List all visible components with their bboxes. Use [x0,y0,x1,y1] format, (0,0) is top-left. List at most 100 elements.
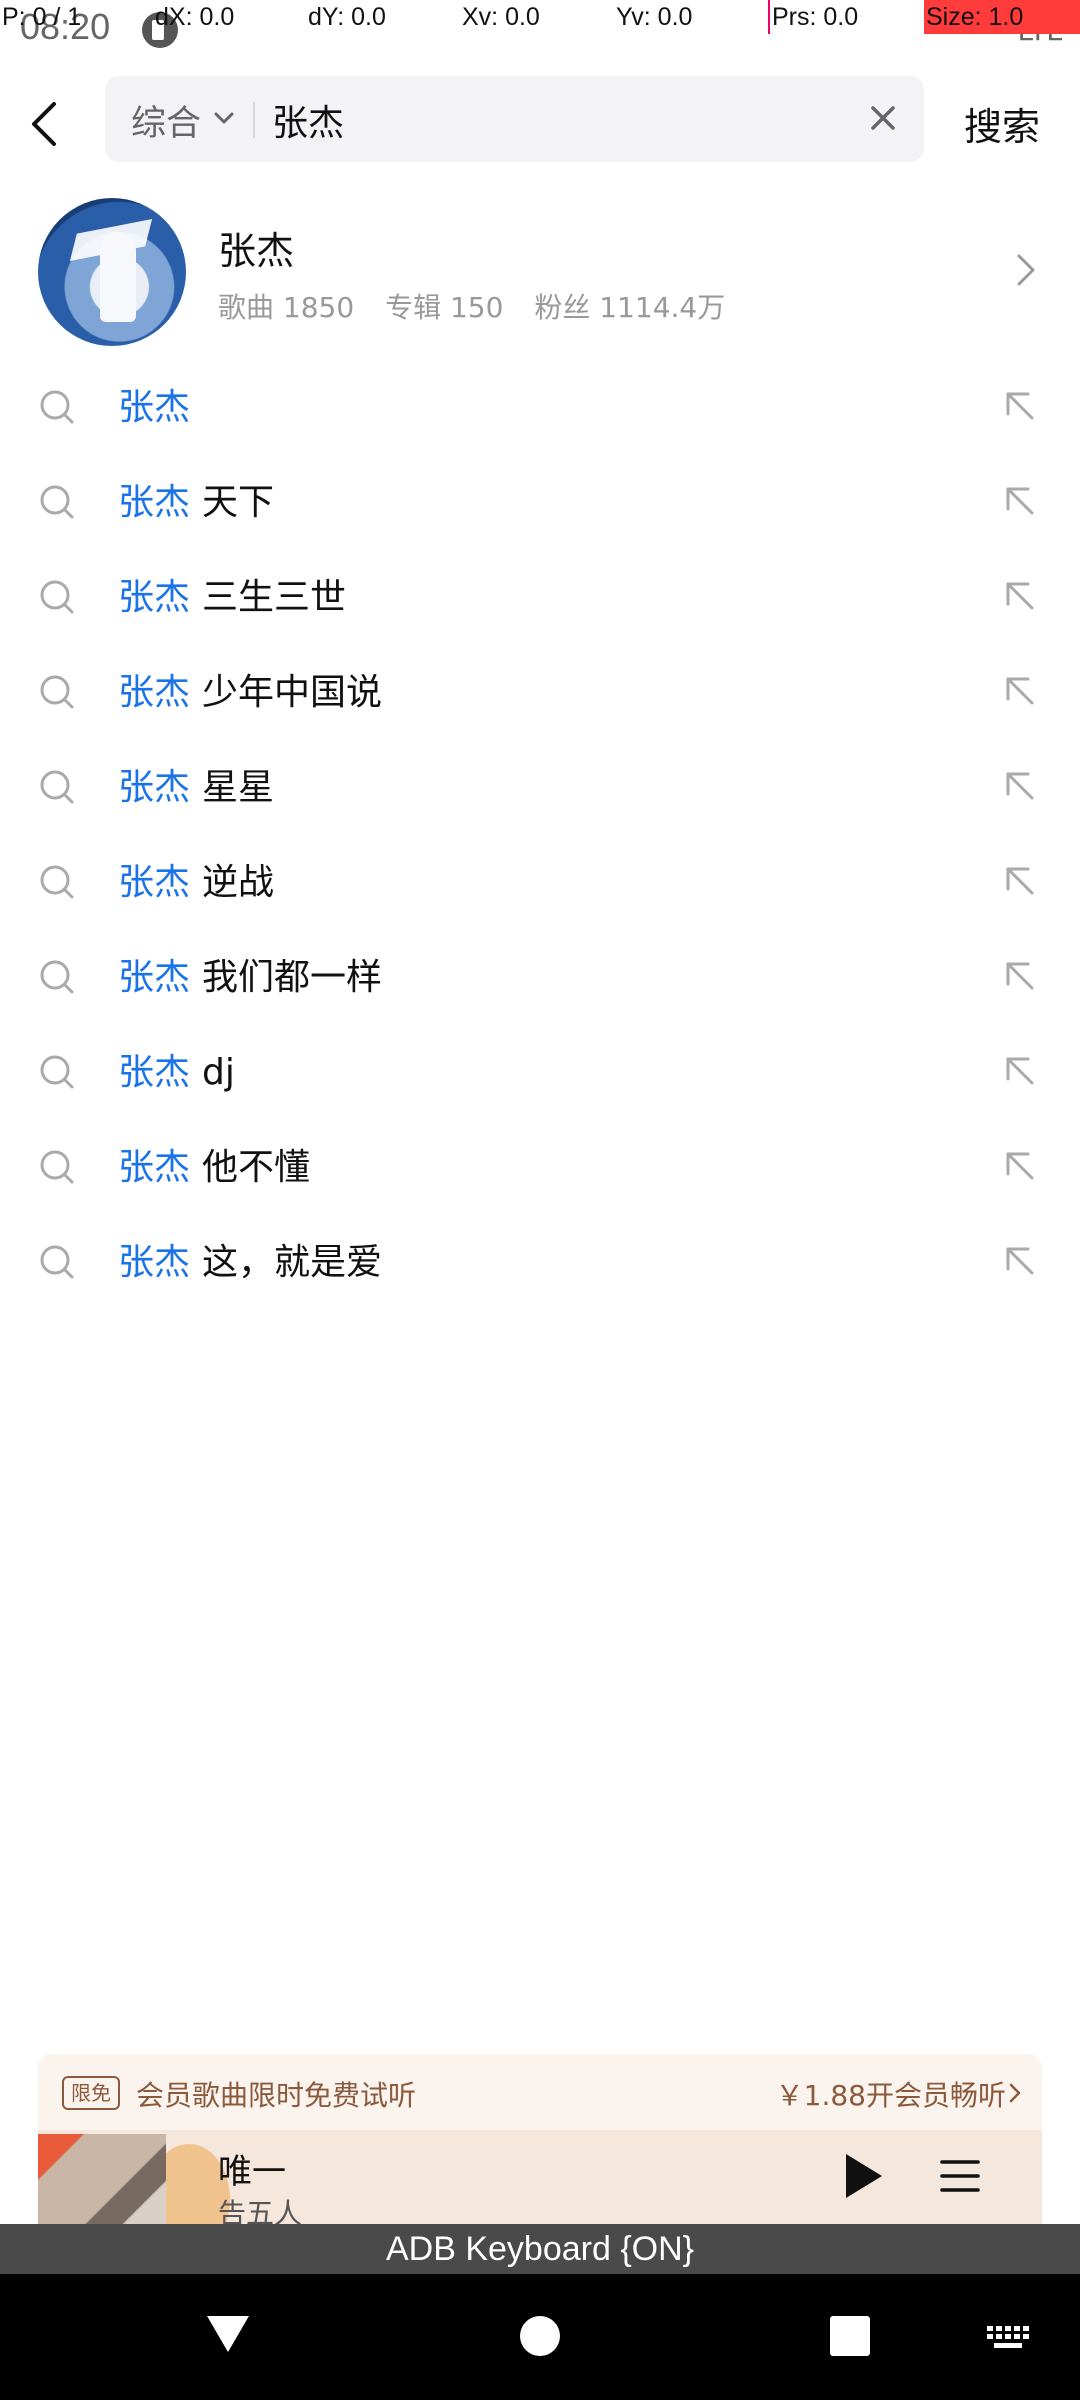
suggestion-rest: 星星 [202,767,275,808]
suggestion-item[interactable]: 张杰 逆战 [0,833,1080,928]
suggestion-keyword: 张杰 [118,672,191,713]
pointer-count: P: 0 / 1 [2,3,82,31]
search-icon [40,770,74,804]
search-icon [40,1245,74,1279]
fill-query-arrow-icon[interactable] [1002,1243,1038,1279]
now-playing-artist: 告五人 [218,2197,303,2226]
artist-name: 张杰 [218,229,295,273]
search-icon [40,390,74,424]
search-icon [40,580,74,614]
search-button[interactable]: 搜索 [964,96,1040,151]
search-input[interactable] [270,92,794,148]
keyboard-switch-icon[interactable] [985,2324,1031,2350]
artist-fan-count: 粉丝 1114.4万 [534,291,726,324]
clear-icon[interactable] [868,103,898,133]
back-button[interactable] [22,96,66,152]
fill-query-arrow-icon[interactable] [1002,483,1038,519]
search-divider [253,102,255,138]
suggestion-text: 张杰 我们都一样 [118,948,382,1000]
nav-recents-icon[interactable] [830,2316,870,2356]
playlist-icon[interactable] [938,2154,982,2198]
suggestion-text: 张杰 少年中国说 [118,663,382,715]
vip-promo-banner[interactable]: 限免 会员歌曲限时免费试听 ￥1.88开会员畅听 [38,2054,1042,2130]
fill-query-arrow-icon[interactable] [1002,1148,1038,1184]
size-readout: Size: 1.0 [926,3,1024,31]
fill-query-arrow-icon[interactable] [1002,673,1038,709]
suggestion-keyword: 张杰 [118,577,191,618]
suggestion-rest: 我们都一样 [202,957,383,998]
suggestion-text: 张杰 他不懂 [118,1138,310,1190]
suggestion-item[interactable]: 张杰 三生三世 [0,548,1080,643]
album-cover[interactable] [38,2134,166,2226]
suggestion-item[interactable]: 张杰 这，就是爱 [0,1213,1080,1308]
vip-cta-link[interactable]: ￥1.88开会员畅听 [776,2074,1006,2114]
mini-player[interactable]: 唯一 告五人 [38,2130,1042,2226]
artist-album-count: 专辑 150 [385,291,504,324]
suggestion-rest: 这，就是爱 [202,1242,383,1283]
fill-query-arrow-icon[interactable] [1002,958,1038,994]
nav-back-icon[interactable] [205,2314,251,2354]
suggestion-item[interactable]: 张杰 天下 [0,453,1080,548]
fill-query-arrow-icon[interactable] [1002,1053,1038,1089]
suggestion-keyword: 张杰 [118,1052,191,1093]
suggestion-rest: 逆战 [202,862,275,903]
search-suggestion-list: 张杰 张杰 天下 张杰 三生三世 张杰 少年中国说 张杰 星星 张杰 逆战 张杰… [0,358,1080,1308]
artist-avatar [38,198,186,346]
keyboard-status-bar: ADB Keyboard {ON} [0,2224,1080,2274]
suggestion-keyword: 张杰 [118,767,191,808]
fill-query-arrow-icon[interactable] [1002,768,1038,804]
artist-stats: 歌曲 1850 专辑 150 粉丝 1114.4万 [218,286,747,326]
suggestion-item[interactable]: 张杰 星星 [0,738,1080,833]
suggestion-keyword: 张杰 [118,862,191,903]
search-icon [40,675,74,709]
promo-text: 会员歌曲限时免费试听 [136,2079,417,2112]
fill-query-arrow-icon[interactable] [1002,578,1038,614]
suggestion-keyword: 张杰 [118,1242,191,1283]
suggestion-text: 张杰 三生三世 [118,568,346,620]
suggestion-item[interactable]: 张杰 他不懂 [0,1118,1080,1213]
dy-readout: dY: 0.0 [308,3,386,31]
search-icon [40,1055,74,1089]
overlay-divider [768,0,770,34]
search-scope-label[interactable]: 综合 [131,95,201,146]
search-icon [40,1150,74,1184]
suggestion-rest: dj [202,1052,235,1093]
nav-home-icon[interactable] [520,2316,560,2356]
dx-readout: dX: 0.0 [155,3,235,31]
artist-result-card[interactable]: 张杰 歌曲 1850 专辑 150 粉丝 1114.4万 [0,190,1080,360]
search-bar[interactable]: 综合 [105,76,924,162]
chevron-down-icon[interactable] [213,110,235,128]
free-trial-badge: 限免 [62,2076,120,2110]
fill-query-arrow-icon[interactable] [1002,863,1038,899]
suggestion-text: 张杰 逆战 [118,853,274,905]
chevron-right-icon [1017,254,1035,286]
suggestion-item[interactable]: 张杰 我们都一样 [0,928,1080,1023]
suggestion-item[interactable]: 张杰 少年中国说 [0,643,1080,738]
chevron-right-icon [1009,2083,1021,2103]
search-icon [40,960,74,994]
artist-song-count: 歌曲 1850 [218,291,355,324]
system-navigation-bar [0,2274,1080,2400]
suggestion-rest: 三生三世 [202,577,347,618]
yv-readout: Yv: 0.0 [616,3,693,31]
fill-query-arrow-icon[interactable] [1002,388,1038,424]
suggestion-item[interactable]: 张杰 [0,358,1080,453]
suggestion-rest: 他不懂 [202,1147,311,1188]
search-icon [40,485,74,519]
suggestion-rest: 天下 [202,482,275,523]
suggestion-text: 张杰 dj [118,1043,235,1095]
play-icon[interactable] [838,2150,886,2202]
suggestion-keyword: 张杰 [118,387,191,428]
xv-readout: Xv: 0.0 [462,3,540,31]
suggestion-text: 张杰 [118,378,202,430]
suggestion-keyword: 张杰 [118,1147,191,1188]
suggestion-item[interactable]: 张杰 dj [0,1023,1080,1118]
suggestion-text: 张杰 天下 [118,473,274,525]
suggestion-rest: 少年中国说 [202,672,383,713]
suggestion-keyword: 张杰 [118,957,191,998]
pointer-location-overlay: P: 0 / 1 dX: 0.0 dY: 0.0 Xv: 0.0 Yv: 0.0… [0,0,1080,34]
suggestion-text: 张杰 星星 [118,758,274,810]
prs-readout: Prs: 0.0 [772,3,859,31]
suggestion-text: 张杰 这，就是爱 [118,1233,382,1285]
search-icon [40,865,74,899]
